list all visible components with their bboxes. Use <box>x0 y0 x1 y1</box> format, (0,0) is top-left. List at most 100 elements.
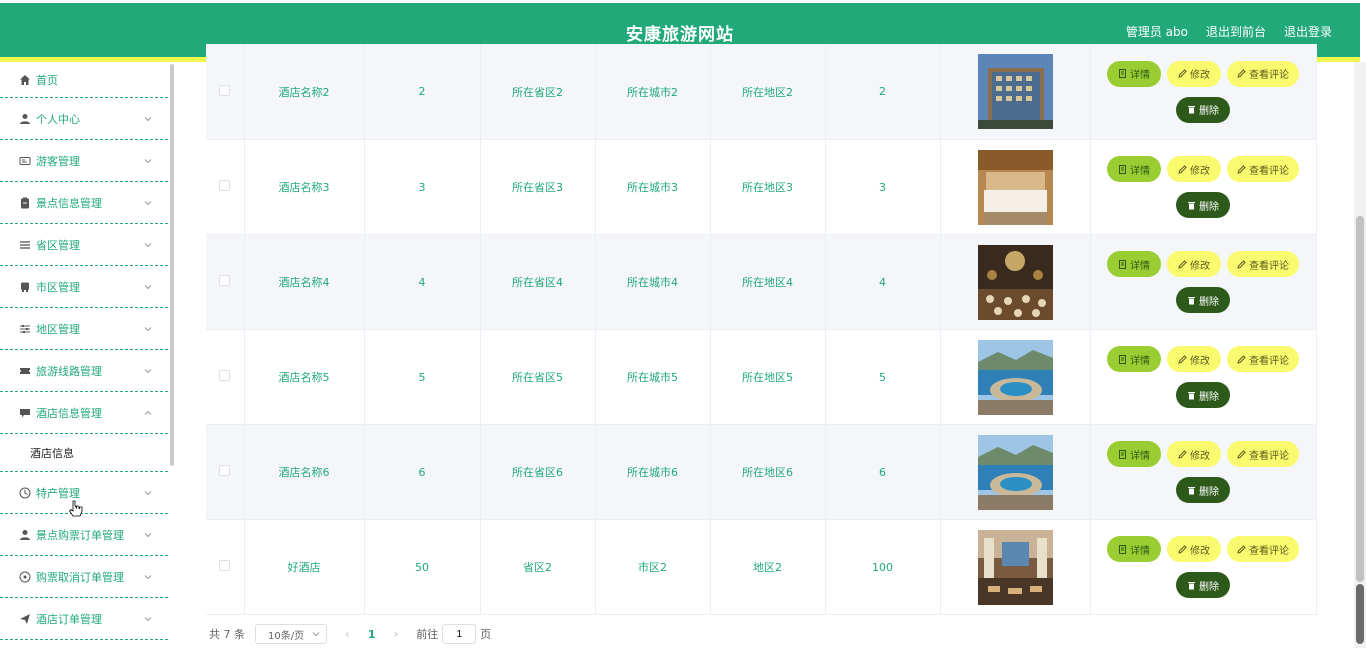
next-page-button[interactable]: › <box>385 627 406 641</box>
detail-button[interactable]: 详情 <box>1107 441 1161 467</box>
hotel-image-cell <box>940 519 1091 615</box>
sidebar-item-tourist[interactable]: 游客管理 <box>0 140 168 182</box>
document-icon <box>1118 354 1127 364</box>
compass-icon <box>18 570 31 583</box>
detail-button[interactable]: 详情 <box>1107 346 1161 372</box>
document-icon <box>1118 449 1127 459</box>
sidebar-item-ticket-order[interactable]: 景点购票订单管理 <box>0 514 168 556</box>
sidebar-item-personal-center[interactable]: 个人中心 <box>0 98 168 140</box>
hotel-star-cell: 50 <box>364 519 481 615</box>
view-review-button[interactable]: 查看评论 <box>1227 346 1299 372</box>
delete-button[interactable]: 删除 <box>1176 572 1230 598</box>
home-icon <box>18 73 31 86</box>
goto-page-input[interactable] <box>442 624 477 644</box>
hotel-city-cell: 所在城市4 <box>595 234 711 330</box>
sidebar-item-route[interactable]: 旅游线路管理 <box>0 350 168 392</box>
row-checkbox-cell <box>206 519 245 615</box>
row-checkbox[interactable] <box>219 370 231 381</box>
delete-button[interactable]: 删除 <box>1176 287 1230 313</box>
edit-button-label: 修改 <box>1190 450 1210 462</box>
delete-button[interactable]: 删除 <box>1176 192 1230 218</box>
detail-button-label: 详情 <box>1130 165 1150 177</box>
edit-icon <box>1237 544 1246 554</box>
edit-button[interactable]: 修改 <box>1167 60 1221 87</box>
detail-button[interactable]: 详情 <box>1107 251 1161 277</box>
sidebar-item-area[interactable]: 地区管理 <box>0 308 168 350</box>
id-card-icon <box>18 154 31 167</box>
hotel-province-cell: 省区2 <box>480 519 596 615</box>
sidebar-item-home[interactable]: 首页 <box>0 62 168 98</box>
view-review-button[interactable]: 查看评论 <box>1227 536 1299 562</box>
user-icon <box>18 112 31 125</box>
hotel-thumbnail[interactable] <box>941 339 1090 415</box>
delete-button[interactable]: 删除 <box>1176 477 1230 503</box>
sidebar-item-province[interactable]: 省区管理 <box>0 224 168 266</box>
detail-button-label: 详情 <box>1130 450 1150 462</box>
sidebar-scrollbar[interactable] <box>170 64 174 466</box>
view-review-button[interactable]: 查看评论 <box>1227 156 1299 182</box>
row-checkbox[interactable] <box>219 465 231 476</box>
view-review-button[interactable]: 查看评论 <box>1227 251 1299 277</box>
row-checkbox[interactable] <box>219 560 231 571</box>
chevron-down-icon <box>144 616 152 621</box>
view-review-button[interactable]: 查看评论 <box>1227 441 1299 467</box>
exit-to-front-link[interactable]: 退出到前台 <box>1206 23 1266 40</box>
view-review-button-label: 查看评论 <box>1249 355 1289 367</box>
detail-button[interactable]: 详情 <box>1107 536 1161 562</box>
edit-icon <box>1237 164 1246 174</box>
edit-button[interactable]: 修改 <box>1167 346 1221 372</box>
delete-button[interactable]: 删除 <box>1176 382 1230 408</box>
hotel-thumbnail[interactable] <box>941 149 1090 225</box>
chat-icon <box>18 406 31 419</box>
view-review-button-label: 查看评论 <box>1249 260 1289 272</box>
page-number-current[interactable]: 1 <box>368 628 376 641</box>
detail-button-label: 详情 <box>1130 355 1150 367</box>
detail-button[interactable]: 详情 <box>1107 156 1161 182</box>
chevron-down-icon <box>144 200 152 205</box>
submenu-item-hotel-info[interactable]: 酒店信息 <box>0 434 168 472</box>
page-scrollbar-thumb[interactable] <box>1356 216 1364 582</box>
sidebar-item-city[interactable]: 市区管理 <box>0 266 168 308</box>
hotel-province-cell: 所在省区2 <box>480 44 596 140</box>
clipboard-icon <box>18 196 31 209</box>
table-row: 酒店名称2 2 所在省区2 所在城市2 所在地区2 2 详情 修改 查看评论 删除 <box>206 44 1317 140</box>
hotel-price-cell: 3 <box>825 139 941 235</box>
ticket-icon <box>18 364 31 377</box>
prev-page-button[interactable]: ‹ <box>337 627 358 641</box>
edit-button[interactable]: 修改 <box>1167 536 1221 562</box>
hotel-thumbnail[interactable] <box>941 54 1090 129</box>
detail-button-label: 详情 <box>1130 70 1150 81</box>
row-checkbox[interactable] <box>219 275 231 286</box>
page-size-select[interactable]: 10条/页 <box>255 624 327 644</box>
sidebar-item-label: 酒店信息管理 <box>36 406 102 420</box>
row-checkbox[interactable] <box>219 180 231 191</box>
edit-button[interactable]: 修改 <box>1167 251 1221 277</box>
hotel-thumbnail[interactable] <box>941 529 1090 605</box>
hotel-price-cell: 100 <box>825 519 941 615</box>
logout-link[interactable]: 退出登录 <box>1284 23 1332 40</box>
hand-cursor-icon <box>68 500 83 517</box>
sidebar-item-cancel-order[interactable]: 购票取消订单管理 <box>0 556 168 598</box>
page-scrollbar-thumb-secondary[interactable] <box>1356 584 1364 644</box>
hotel-thumbnail[interactable] <box>941 244 1090 320</box>
edit-icon <box>1237 259 1246 269</box>
delete-button[interactable]: 删除 <box>1176 96 1230 123</box>
view-review-button[interactable]: 查看评论 <box>1227 60 1299 87</box>
sidebar-item-specialty[interactable]: 特产管理 <box>0 472 168 514</box>
hotel-thumbnail[interactable] <box>941 434 1090 510</box>
user-icon <box>18 528 31 541</box>
sidebar-item-hotel-info[interactable]: 酒店信息管理 <box>0 392 168 434</box>
detail-button[interactable]: 详情 <box>1107 60 1161 87</box>
hotel-area-cell: 所在地区3 <box>710 139 826 235</box>
admin-user-label[interactable]: 管理员 abo <box>1126 23 1188 40</box>
edit-button[interactable]: 修改 <box>1167 441 1221 467</box>
detail-button-label: 详情 <box>1130 545 1150 557</box>
row-checkbox[interactable] <box>219 84 231 96</box>
sidebar-item-hotel-order[interactable]: 酒店订单管理 <box>0 598 168 640</box>
header-links: 管理员 abo 退出到前台 退出登录 <box>1126 23 1332 40</box>
edit-icon <box>1178 69 1187 78</box>
table-row: 酒店名称5 5 所在省区5 所在城市5 所在地区5 5 详情 修改 查看评论 删除 <box>206 329 1317 425</box>
edit-icon <box>1178 259 1187 269</box>
edit-button[interactable]: 修改 <box>1167 156 1221 182</box>
sidebar-item-scenic[interactable]: 景点信息管理 <box>0 182 168 224</box>
